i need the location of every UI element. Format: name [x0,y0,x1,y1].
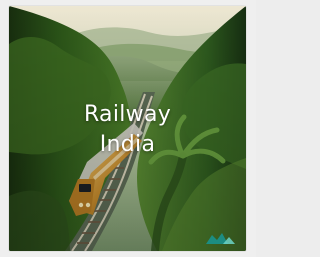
page: Railway India [0,0,256,257]
railway-india-card[interactable]: Railway India [9,6,246,251]
railway-forest-artwork [9,6,246,251]
image-vignette [9,6,246,251]
